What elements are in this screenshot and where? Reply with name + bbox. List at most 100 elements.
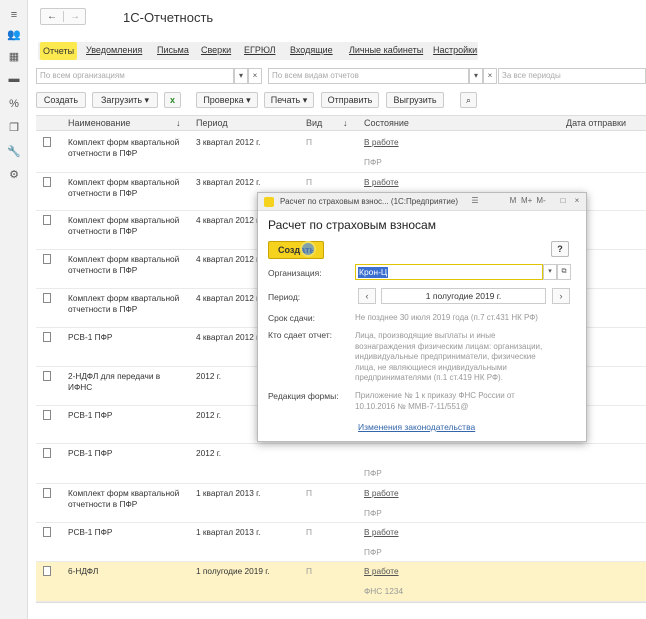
- period-prev-button[interactable]: ‹: [358, 288, 376, 304]
- row-name: РСВ-1 ПФР: [68, 527, 113, 537]
- excel-icon[interactable]: x: [164, 92, 181, 108]
- document-icon: [43, 371, 51, 381]
- gear-icon[interactable]: ⚙: [7, 168, 21, 182]
- org-filter-input[interactable]: По всем организациям: [36, 68, 234, 84]
- who-line: индивидуальные предприниматели, физическ…: [355, 352, 536, 361]
- card-icon[interactable]: ▬: [7, 72, 21, 86]
- row-period: 4 квартал 2012 г.: [196, 215, 261, 225]
- back-arrow-icon[interactable]: ←: [41, 9, 63, 24]
- help-button[interactable]: ?: [551, 241, 569, 257]
- percent-icon[interactable]: %: [7, 97, 21, 111]
- people-icon[interactable]: 👥: [7, 28, 21, 42]
- table-row[interactable]: Комплект форм квартальной отчетности в ПФ…: [36, 484, 646, 523]
- tab-reports[interactable]: Отчеты: [40, 42, 78, 60]
- tab-notifications[interactable]: Уведомления: [86, 45, 142, 55]
- document-icon: [43, 566, 51, 576]
- edition-line: 10.10.2016 № ММВ-7-11/551@: [355, 401, 469, 411]
- menu-icon[interactable]: ≡: [7, 8, 21, 22]
- tab-incoming[interactable]: Входящие: [290, 45, 333, 55]
- document-icon: [43, 448, 51, 458]
- print-button[interactable]: Печать ▾: [264, 92, 314, 108]
- load-label: Загрузить: [100, 95, 143, 105]
- memory-icon[interactable]: M: [508, 196, 518, 206]
- row-period: 3 квартал 2012 г.: [196, 177, 261, 187]
- menu-icon[interactable]: ☰: [470, 196, 480, 206]
- row-name: Комплект форм квартальной: [68, 254, 180, 264]
- maximize-icon[interactable]: □: [558, 196, 568, 206]
- col-date[interactable]: Дата отправки: [566, 118, 626, 128]
- check-button[interactable]: Проверка ▾: [196, 92, 258, 108]
- upload-button[interactable]: Выгрузить: [386, 92, 444, 108]
- row-name: РСВ-1 ПФР: [68, 448, 113, 458]
- check-label: Проверка: [203, 95, 244, 105]
- org-open-icon[interactable]: ⧉: [557, 264, 571, 280]
- copy-icon[interactable]: ❐: [7, 121, 21, 135]
- table-row[interactable]: Комплект форм квартальной отчетности в ПФ…: [36, 133, 646, 173]
- col-name[interactable]: Наименование: [68, 118, 130, 128]
- app-title: 1С-Отчетность: [123, 10, 214, 25]
- row-status[interactable]: В работе: [364, 566, 399, 577]
- row-name-line2: отчетности в ПФР: [68, 265, 138, 275]
- close-icon[interactable]: ×: [572, 196, 582, 206]
- grid-icon[interactable]: ▦: [7, 50, 21, 64]
- row-kind: П: [306, 488, 312, 498]
- tab-letters[interactable]: Письма: [157, 45, 189, 55]
- period-filter-input[interactable]: За все периоды: [498, 68, 646, 84]
- wrench-icon[interactable]: 🔧: [7, 145, 21, 159]
- row-status[interactable]: В работе: [364, 137, 399, 148]
- table-row[interactable]: РСВ-1 ПФР 2012 г. ПФР: [36, 444, 646, 484]
- col-state[interactable]: Состояние: [364, 118, 409, 128]
- org-dropdown-icon[interactable]: ▾: [543, 264, 557, 280]
- org-input[interactable]: Крон-Ц: [355, 264, 543, 280]
- kind-filter-dropdown-icon[interactable]: ▾: [469, 68, 483, 84]
- period-value[interactable]: 1 полугодие 2019 г.: [381, 288, 546, 304]
- org-value: Крон-Ц: [358, 267, 389, 278]
- period-next-button[interactable]: ›: [552, 288, 570, 304]
- row-recipient: ПФР: [364, 508, 382, 518]
- document-icon: [43, 177, 51, 187]
- send-button[interactable]: Отправить: [321, 92, 379, 108]
- law-changes-link[interactable]: Изменения законодательства: [358, 422, 475, 432]
- deadline-label: Срок сдачи:: [268, 313, 315, 323]
- load-button[interactable]: Загрузить ▾: [92, 92, 158, 108]
- sort-arrow-icon: ↓: [343, 118, 348, 128]
- memory-minus-icon[interactable]: M-: [536, 196, 546, 206]
- document-icon: [43, 527, 51, 537]
- row-status[interactable]: В работе: [364, 527, 399, 538]
- col-period[interactable]: Период: [196, 118, 228, 128]
- row-name-line2: отчетности в ПФР: [68, 188, 138, 198]
- table-row[interactable]: РСВ-1 ПФР 1 квартал 2013 г. П В работе ПФР: [36, 523, 646, 562]
- kind-filter-input[interactable]: По всем видам отчетов: [268, 68, 469, 84]
- tab-egrul[interactable]: ЕГРЮЛ: [244, 45, 275, 55]
- row-kind: П: [306, 566, 312, 576]
- row-period: 1 квартал 2013 г.: [196, 527, 261, 537]
- tab-settings[interactable]: Настройки: [433, 45, 477, 55]
- org-filter-dropdown-icon[interactable]: ▾: [234, 68, 248, 84]
- org-filter-clear-icon[interactable]: ×: [248, 68, 262, 84]
- row-period: 4 квартал 2012 г.: [196, 293, 261, 303]
- row-name: Комплект форм квартальной: [68, 177, 180, 187]
- row-name: Комплект форм квартальной: [68, 488, 180, 498]
- tab-reconciliations[interactable]: Сверки: [201, 45, 231, 55]
- forward-arrow-icon[interactable]: →: [64, 9, 86, 24]
- tab-bar: Отчеты Уведомления Письма Сверки ЕГРЮЛ В…: [38, 42, 478, 60]
- col-kind[interactable]: Вид: [306, 118, 322, 128]
- row-recipient: ПФР: [364, 547, 382, 557]
- memory-plus-icon[interactable]: M+: [521, 196, 532, 206]
- create-button[interactable]: Создать: [36, 92, 86, 108]
- document-icon: [43, 410, 51, 420]
- row-status[interactable]: В работе: [364, 177, 399, 188]
- kind-filter-clear-icon[interactable]: ×: [483, 68, 497, 84]
- dialog-title: Расчет по страховым взносам: [268, 218, 436, 232]
- row-recipient: ПФР: [364, 157, 382, 167]
- row-status[interactable]: В работе: [364, 488, 399, 499]
- table-row[interactable]: 6-НДФЛ 1 полугодие 2019 г. П В работе ФНС 12…: [36, 562, 646, 602]
- row-name: РСВ-1 ПФР: [68, 410, 113, 420]
- edition-value: Приложение № 1 к приказу ФНС России от 1…: [355, 391, 515, 412]
- who-line: Лица, производящие выплаты и иные: [355, 331, 496, 340]
- org-label: Организация:: [268, 268, 322, 278]
- who-line: предпринимателями (п.1 ст.419 НК РФ).: [355, 373, 503, 382]
- document-icon: [43, 488, 51, 498]
- paperclip-icon[interactable]: ⌕: [460, 92, 477, 108]
- tab-personal-accounts[interactable]: Личные кабинеты: [349, 45, 423, 55]
